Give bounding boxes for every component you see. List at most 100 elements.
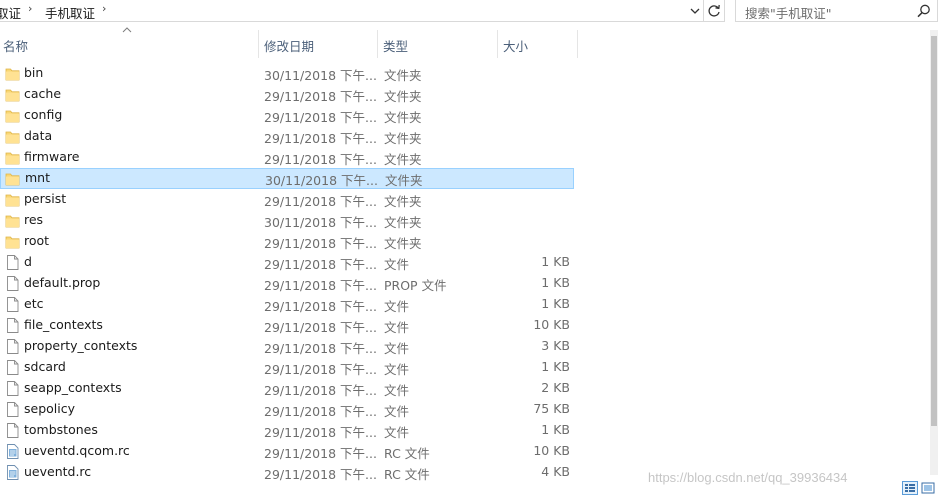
vertical-scrollbar[interactable]: [930, 30, 938, 475]
file-date-modified: 29/11/2018 下午...: [264, 89, 377, 104]
column-header-size[interactable]: 大小: [498, 30, 577, 58]
address-bar[interactable]: 取证 › 手机取证 ›: [0, 0, 704, 22]
file-row[interactable]: ueventd.qcom.rc 29/11/2018 下午... RC 文件 10 K…: [0, 441, 574, 462]
file-name: bin: [24, 65, 44, 80]
file-row[interactable]: bin 30/11/2018 下午... 文件夹: [0, 63, 574, 84]
details-view-button[interactable]: [902, 481, 918, 495]
column-header-type-label: 类型: [383, 39, 409, 54]
file-row[interactable]: persist 29/11/2018 下午... 文件夹: [0, 189, 574, 210]
breadcrumb-item[interactable]: 取证: [0, 3, 21, 22]
large-icons-view-button[interactable]: [920, 481, 936, 495]
column-header-row: 名称 修改日期 类型 大小: [0, 27, 938, 58]
file-row[interactable]: seapp_contexts 29/11/2018 下午... 文件 2 KB: [0, 378, 574, 399]
breadcrumb-separator-icon[interactable]: ›: [102, 2, 106, 15]
file-date-modified: 29/11/2018 下午...: [264, 404, 377, 419]
file-name: file_contexts: [24, 317, 103, 332]
rc-file-icon: [5, 464, 20, 481]
folder-icon: [5, 86, 20, 103]
folder-icon: [5, 170, 20, 187]
file-type: 文件: [384, 425, 410, 440]
file-size: 1 KB: [541, 275, 570, 290]
folder-icon: [5, 149, 20, 166]
file-date-modified: 30/11/2018 下午...: [264, 215, 377, 230]
file-row[interactable]: property_contexts 29/11/2018 下午... 文件 3 KB: [0, 336, 574, 357]
column-header-name[interactable]: 名称: [0, 30, 258, 58]
file-row[interactable]: default.prop 29/11/2018 下午... PROP 文件 1 KB: [0, 273, 574, 294]
file-row[interactable]: cache 29/11/2018 下午... 文件夹: [0, 84, 574, 105]
search-input[interactable]: 搜索"手机取证": [735, 0, 938, 22]
file-type: 文件夹: [384, 215, 422, 230]
column-header-type[interactable]: 类型: [378, 30, 497, 58]
file-date-modified: 29/11/2018 下午...: [264, 278, 377, 293]
folder-icon: [5, 233, 20, 250]
column-header-name-label: 名称: [3, 39, 29, 54]
file-date-modified: 29/11/2018 下午...: [264, 467, 377, 482]
file-size: 3 KB: [541, 338, 570, 353]
file-name: etc: [24, 296, 44, 311]
file-name: sdcard: [24, 359, 66, 374]
file-date-modified: 30/11/2018 下午...: [264, 68, 377, 83]
file-row[interactable]: firmware 29/11/2018 下午... 文件夹: [0, 147, 574, 168]
column-divider[interactable]: [577, 30, 578, 58]
breadcrumb-separator-icon[interactable]: ›: [28, 2, 32, 15]
file-name: tombstones: [24, 422, 98, 437]
column-header-size-label: 大小: [503, 39, 529, 54]
folder-icon: [5, 65, 20, 82]
file-type: RC 文件: [384, 467, 430, 482]
chevron-down-icon[interactable]: [688, 2, 702, 20]
large-icons-view-icon: [921, 482, 935, 494]
file-row[interactable]: data 29/11/2018 下午... 文件夹: [0, 126, 574, 147]
file-type: 文件夹: [384, 68, 422, 83]
file-size: 1 KB: [541, 254, 570, 269]
file-name: mnt: [25, 170, 50, 185]
file-row[interactable]: file_contexts 29/11/2018 下午... 文件 10 KB: [0, 315, 574, 336]
file-type: 文件: [384, 320, 410, 335]
file-type: 文件: [384, 383, 410, 398]
refresh-button[interactable]: [704, 0, 725, 22]
file-icon: [5, 401, 20, 418]
file-row[interactable]: ueventd.rc 29/11/2018 下午... RC 文件 4 KB: [0, 462, 574, 483]
file-row[interactable]: sepolicy 29/11/2018 下午... 文件 75 KB: [0, 399, 574, 420]
file-type: 文件夹: [384, 89, 422, 104]
file-icon: [5, 359, 20, 376]
scrollbar-thumb[interactable]: [931, 36, 937, 426]
file-date-modified: 29/11/2018 下午...: [264, 341, 377, 356]
file-name: persist: [24, 191, 67, 206]
file-icon: [5, 296, 20, 313]
column-header-date[interactable]: 修改日期: [259, 30, 377, 58]
file-type: 文件夹: [384, 152, 422, 167]
file-row[interactable]: tombstones 29/11/2018 下午... 文件 1 KB: [0, 420, 574, 441]
folder-icon: [5, 128, 20, 145]
file-name: property_contexts: [24, 338, 138, 353]
file-icon: [5, 380, 20, 397]
file-row[interactable]: etc 29/11/2018 下午... 文件 1 KB: [0, 294, 574, 315]
file-date-modified: 29/11/2018 下午...: [264, 236, 377, 251]
file-row[interactable]: config 29/11/2018 下午... 文件夹: [0, 105, 574, 126]
file-type: 文件: [384, 362, 410, 377]
file-row[interactable]: sdcard 29/11/2018 下午... 文件 1 KB: [0, 357, 574, 378]
file-size: 2 KB: [541, 380, 570, 395]
file-size: 4 KB: [541, 464, 570, 479]
search-icon[interactable]: [916, 3, 932, 19]
file-row[interactable]: mnt 30/11/2018 下午... 文件夹: [0, 168, 574, 189]
file-size: 75 KB: [533, 401, 570, 416]
file-type: 文件夹: [384, 194, 422, 209]
file-row[interactable]: res 30/11/2018 下午... 文件夹: [0, 210, 574, 231]
address-toolbar: 取证 › 手机取证 › 搜索"手机取证": [0, 0, 938, 24]
file-icon: [5, 275, 20, 292]
column-header-date-label: 修改日期: [264, 39, 315, 54]
folder-icon: [5, 212, 20, 229]
folder-icon: [5, 107, 20, 124]
file-type: 文件: [384, 257, 410, 272]
file-date-modified: 29/11/2018 下午...: [264, 320, 377, 335]
breadcrumb-item[interactable]: 手机取证: [45, 3, 95, 22]
file-row[interactable]: root 29/11/2018 下午... 文件夹: [0, 231, 574, 252]
file-type: RC 文件: [384, 446, 430, 461]
file-name: firmware: [24, 149, 80, 164]
file-size: 1 KB: [541, 296, 570, 311]
file-row[interactable]: d 29/11/2018 下午... 文件 1 KB: [0, 252, 574, 273]
file-date-modified: 29/11/2018 下午...: [264, 194, 377, 209]
file-name: cache: [24, 86, 62, 101]
file-icon: [5, 317, 20, 334]
file-type: 文件: [384, 404, 410, 419]
